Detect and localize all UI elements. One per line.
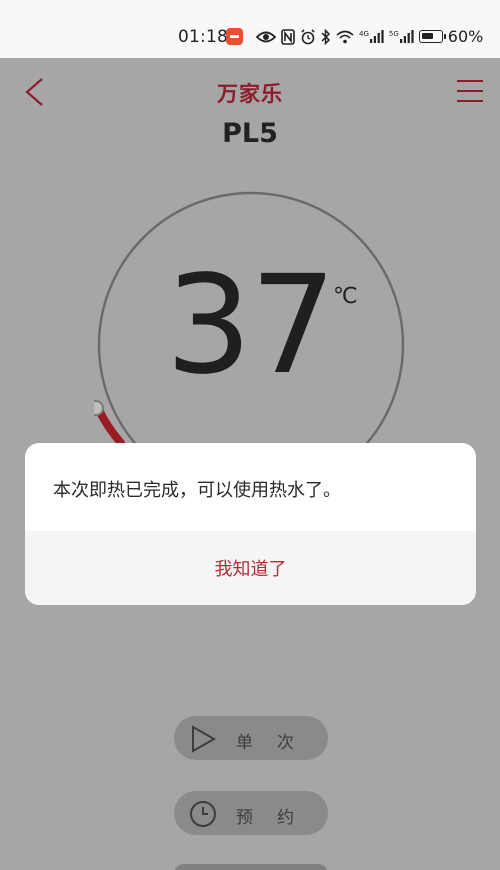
schedule-mode-label: 预约 [236,808,318,828]
temperature-unit: ℃ [333,284,358,309]
temperature-value: 37 [165,247,336,405]
brand-logo: 万家乐 [217,82,283,106]
status-icons: 4G 5G 60% [256,27,483,46]
battery-icon [418,30,446,43]
notification-icon [226,28,243,45]
menu-button[interactable] [454,76,486,106]
dialog-message: 本次即热已完成，可以使用热水了。 [53,480,341,501]
device-name: PL5 [222,118,278,149]
schedule-mode-button[interactable]: 预约 [174,791,328,835]
signal-icon [369,30,384,43]
network-type-5g: 5G [388,30,399,38]
chevron-left-icon [25,78,43,106]
dial-handle[interactable] [94,400,104,416]
wifi-icon [336,30,354,43]
signal-icon-2 [399,30,414,43]
status-bar: 01:18 4G 5G 60% [0,0,500,58]
acknowledge-button[interactable]: 我知道了 [25,531,476,605]
network-type-4g: 4G [359,30,369,38]
third-mode-button[interactable] [174,864,328,870]
play-icon [192,725,217,753]
completion-dialog: 本次即热已完成，可以使用热水了。 我知道了 [25,443,476,605]
eye-icon [256,31,276,42]
bluetooth-icon [321,28,331,45]
clock-icon [190,801,216,827]
battery-percent: 60% [447,27,484,46]
single-mode-label: 单次 [236,733,318,753]
single-mode-button[interactable]: 单次 [174,716,328,760]
alarm-icon [301,28,315,44]
nfc-icon [281,28,295,45]
back-button[interactable] [18,75,52,109]
menu-icon [457,80,483,82]
status-time: 01:18 [178,27,228,47]
